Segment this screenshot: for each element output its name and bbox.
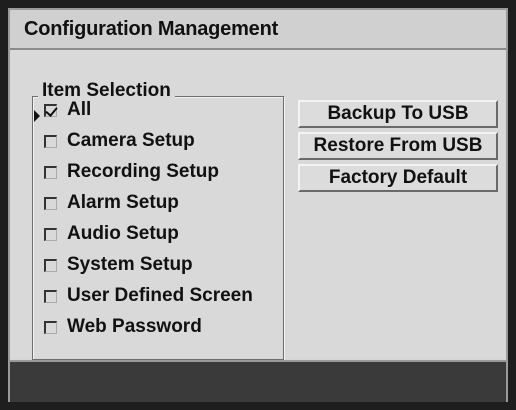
dialog-content: Item Selection All Camera Setup Recordin… [10, 50, 506, 360]
checkbox-system-setup[interactable] [44, 258, 57, 272]
checkbox-web-password[interactable] [44, 320, 57, 334]
checkbox-camera-setup[interactable] [44, 134, 57, 148]
item-label: User Defined Screen [67, 285, 253, 306]
item-label: System Setup [67, 254, 193, 275]
status-bar [10, 360, 506, 402]
item-audio-setup[interactable]: Audio Setup [34, 221, 179, 247]
item-label: Alarm Setup [67, 192, 179, 213]
restore-from-usb-button[interactable]: Restore From USB [298, 132, 498, 160]
item-label: Audio Setup [67, 223, 179, 244]
factory-default-button[interactable]: Factory Default [298, 164, 498, 192]
dialog-title: Configuration Management [24, 18, 279, 40]
title-bar: Configuration Management [10, 10, 506, 50]
dvr-screen: Configuration Management Item Selection … [0, 0, 516, 410]
item-label: All [67, 99, 92, 120]
item-system-setup[interactable]: System Setup [34, 252, 193, 278]
item-user-defined-screen[interactable]: User Defined Screen [34, 283, 253, 309]
item-camera-setup[interactable]: Camera Setup [34, 128, 195, 154]
item-alarm-setup[interactable]: Alarm Setup [34, 190, 179, 216]
item-all[interactable]: All [34, 97, 91, 123]
config-dialog: Configuration Management Item Selection … [8, 8, 508, 402]
item-web-password[interactable]: Web Password [34, 314, 202, 340]
backup-to-usb-button[interactable]: Backup To USB [298, 100, 498, 128]
checkbox-user-defined-screen[interactable] [44, 289, 57, 303]
item-recording-setup[interactable]: Recording Setup [34, 159, 219, 185]
checkbox-alarm-setup[interactable] [44, 196, 57, 210]
item-label: Recording Setup [67, 161, 220, 182]
checkbox-all[interactable] [44, 103, 57, 117]
checkbox-recording-setup[interactable] [44, 165, 57, 179]
item-label: Web Password [67, 316, 202, 337]
checkbox-audio-setup[interactable] [44, 227, 57, 241]
item-label: Camera Setup [67, 130, 195, 151]
